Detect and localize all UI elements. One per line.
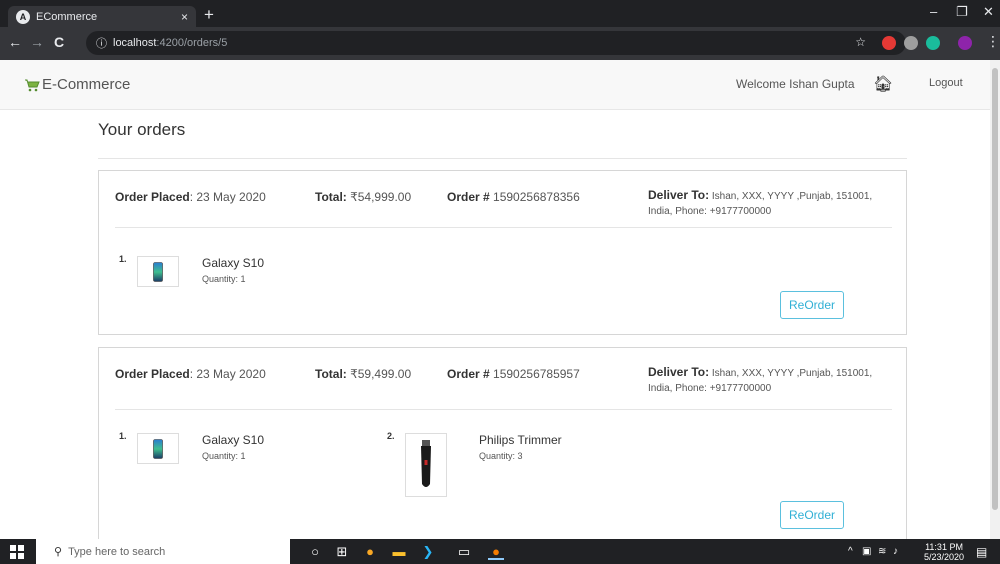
phone-image-icon (153, 438, 163, 459)
browser-tab-bar: A ECommerce × + – ❐ ✕ (0, 0, 1000, 27)
page-scrollbar[interactable] (990, 60, 1000, 539)
back-icon[interactable]: ← (8, 34, 22, 50)
reload-icon[interactable]: C (54, 34, 64, 50)
order-total: Total: ₹54,999.00 (315, 190, 412, 204)
browser-toolbar: ← → C ⓘ localhost:4200/orders/5 ☆ ⋮ (0, 27, 1000, 60)
extension-icon[interactable] (926, 36, 940, 50)
phone-image-icon (153, 261, 163, 282)
bookmark-star-icon[interactable]: ☆ (855, 35, 866, 49)
forward-icon[interactable]: → (30, 34, 44, 50)
windows-start-icon[interactable] (10, 545, 24, 559)
taskbar-search-placeholder: Type here to search (68, 545, 166, 558)
deliver-to: Deliver To: Ishan, XXX, YYYY ,Punjab, 15… (648, 188, 873, 217)
trimmer-image-icon (421, 440, 431, 487)
welcome-text: Welcome Ishan Gupta (736, 77, 855, 91)
site-info-icon[interactable]: ⓘ (96, 35, 107, 51)
reorder-button[interactable]: ReOrder (780, 501, 844, 529)
product-quantity: Quantity: 1 (202, 274, 246, 284)
item-number: 2. (387, 431, 395, 441)
divider (115, 227, 892, 228)
tab-favicon-icon: A (16, 9, 30, 24)
url-path: :4200/orders/5 (156, 37, 228, 49)
windows-taskbar: ⚲ Type here to search ○ ⊞ ● ▬ ❯ ▭ ● ^ ▣ … (0, 539, 1000, 564)
brand-link[interactable]: E-Commerce (24, 76, 130, 93)
product-name[interactable]: Philips Trimmer (479, 433, 562, 447)
search-icon: ⚲ (54, 546, 63, 558)
clock-time: 11:31 PM (925, 542, 963, 552)
file-explorer-icon[interactable]: ▬ (391, 544, 407, 560)
tab-title: ECommerce (36, 10, 98, 23)
order-total: Total: ₹59,499.00 (315, 367, 412, 381)
taskbar-search[interactable]: ⚲ Type here to search (36, 539, 290, 564)
new-tab-button[interactable]: + (204, 5, 214, 25)
clock-date: 5/23/2020 (924, 552, 965, 562)
product-thumbnail[interactable] (137, 433, 179, 464)
terminal-icon[interactable]: ▭ (456, 544, 472, 560)
product-name[interactable]: Galaxy S10 (202, 256, 264, 270)
order-placed: Order Placed: 23 May 2020 (115, 367, 266, 381)
taskbar-clock[interactable]: 11:31 PM 5/23/2020 (924, 542, 964, 562)
product-quantity: Quantity: 1 (202, 451, 246, 461)
profile-avatar[interactable] (958, 36, 972, 50)
extension-icon[interactable] (904, 36, 918, 50)
order-card: Order Placed: 23 May 2020 Total: ₹54,999… (98, 170, 907, 335)
extension-icon[interactable] (882, 36, 896, 50)
wifi-icon[interactable]: ≋ (878, 546, 886, 557)
order-card: Order Placed: 23 May 2020 Total: ₹59,499… (98, 347, 907, 547)
address-bar[interactable]: ⓘ localhost:4200/orders/5 ☆ (86, 31, 906, 55)
scrollbar-thumb[interactable] (992, 68, 998, 510)
minimize-icon[interactable]: – (930, 4, 937, 19)
order-header: Order Placed: 23 May 2020 Total: ₹54,999… (99, 171, 906, 228)
app-navbar: E-Commerce Welcome Ishan Gupta 🏠︎ Logout (0, 60, 990, 110)
brand-name: E-Commerce (42, 76, 131, 93)
chrome-active-icon[interactable]: ● (488, 544, 504, 560)
product-thumbnail[interactable] (137, 256, 179, 287)
logout-link[interactable]: Logout (929, 77, 963, 89)
browser-menu-icon[interactable]: ⋮ (986, 33, 1000, 50)
browser-tab[interactable]: A ECommerce × (8, 6, 196, 27)
home-icon[interactable]: 🏠︎ (873, 74, 893, 94)
chrome-icon[interactable]: ● (362, 544, 378, 560)
tray-chevron-icon[interactable]: ^ (848, 546, 853, 557)
page-title: Your orders (98, 120, 186, 139)
shopping-cart-icon (25, 79, 40, 91)
deliver-to: Deliver To: Ishan, XXX, YYYY ,Punjab, 15… (648, 365, 873, 394)
volume-icon[interactable]: ♪ (893, 546, 898, 557)
order-number: Order # 1590256878356 (447, 190, 580, 204)
product-quantity: Quantity: 3 (479, 451, 523, 461)
divider (115, 409, 892, 410)
url-host: localhost (113, 37, 157, 49)
close-window-icon[interactable]: ✕ (983, 4, 994, 20)
tray-network-icon[interactable]: ▣ (862, 546, 871, 557)
vscode-icon[interactable]: ❯ (420, 544, 436, 560)
order-number: Order # 1590256785957 (447, 367, 580, 381)
cortana-icon[interactable]: ○ (307, 544, 323, 560)
notifications-icon[interactable]: ▤ (976, 545, 987, 559)
divider (98, 158, 907, 159)
tab-close-icon[interactable]: × (181, 10, 188, 24)
item-number: 1. (119, 431, 127, 441)
product-name[interactable]: Galaxy S10 (202, 433, 264, 447)
order-header: Order Placed: 23 May 2020 Total: ₹59,499… (99, 348, 906, 405)
task-view-icon[interactable]: ⊞ (334, 544, 350, 560)
product-thumbnail[interactable] (405, 433, 447, 497)
restore-icon[interactable]: ❐ (956, 4, 968, 20)
item-number: 1. (119, 254, 127, 264)
reorder-button[interactable]: ReOrder (780, 291, 844, 319)
order-placed: Order Placed: 23 May 2020 (115, 190, 266, 204)
